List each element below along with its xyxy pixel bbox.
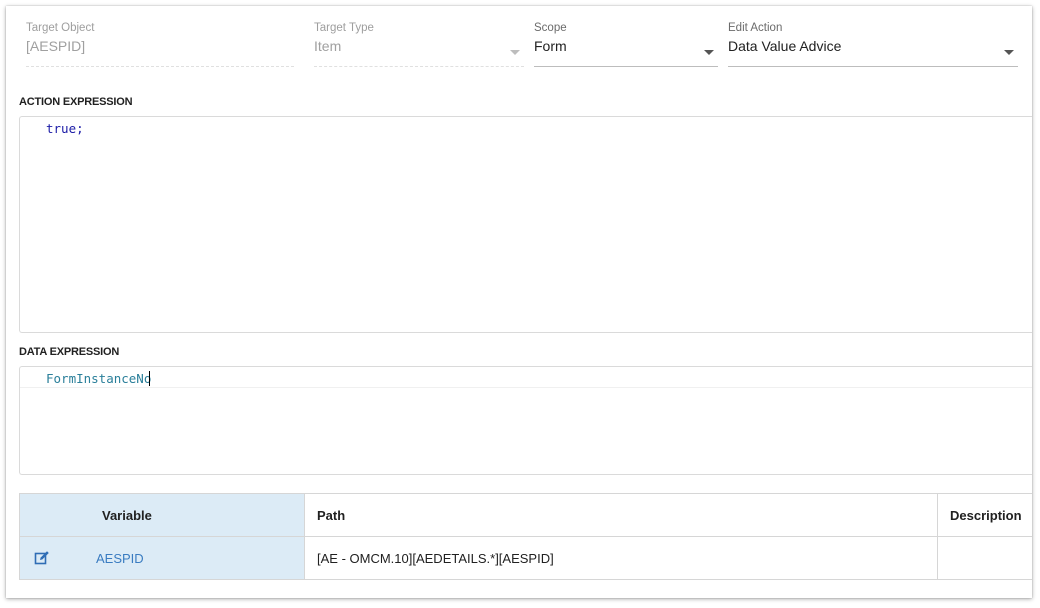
text-cursor <box>149 371 151 386</box>
edit-action-select[interactable]: Edit Action Data Value Advice <box>728 20 1018 67</box>
action-editor-card: Target Object [AESPID] Target Type Item … <box>6 6 1032 598</box>
column-header-variable[interactable]: Variable <box>19 493 305 537</box>
action-expression-code: true; <box>46 121 84 136</box>
variable-link[interactable]: AESPID <box>96 551 144 566</box>
column-header-path[interactable]: Path <box>304 493 938 537</box>
chevron-down-icon[interactable] <box>704 50 714 55</box>
data-expression-code-line: FormInstanceNo <box>46 371 151 386</box>
scope-value: Form <box>534 38 567 54</box>
table-row[interactable]: AESPID [AE - OMCM.10][AEDETAILS.*][AESPI… <box>19 536 1032 580</box>
target-type-select: Target Type Item <box>314 20 524 67</box>
data-expression-label: DATA EXPRESSION <box>19 346 120 358</box>
path-cell: [AE - OMCM.10][AEDETAILS.*][AESPID] <box>304 536 938 580</box>
edit-action-value: Data Value Advice <box>728 38 842 54</box>
edit-icon[interactable] <box>34 550 50 566</box>
variables-table: Variable Path Description AESPID [AE - O… <box>19 493 1032 580</box>
action-expression-editor[interactable]: true; <box>19 116 1032 333</box>
column-header-description[interactable]: Description <box>937 493 1032 537</box>
scope-label: Scope <box>534 22 567 34</box>
edit-action-label: Edit Action <box>728 22 783 34</box>
target-object-value: [AESPID] <box>26 38 86 54</box>
chevron-down-icon[interactable] <box>1004 50 1014 55</box>
action-expression-label: ACTION EXPRESSION <box>19 96 133 108</box>
data-expression-editor[interactable]: FormInstanceNo <box>19 366 1032 475</box>
table-header-row: Variable Path Description <box>19 493 1032 537</box>
target-object-label: Target Object <box>26 22 95 34</box>
target-object-field: Target Object [AESPID] <box>26 20 294 67</box>
chevron-down-icon <box>510 50 520 55</box>
variable-cell: AESPID <box>19 536 305 580</box>
scope-select[interactable]: Scope Form <box>534 20 718 67</box>
target-type-label: Target Type <box>314 22 374 34</box>
active-line-highlight <box>20 369 1032 388</box>
data-expression-code: FormInstanceNo <box>46 371 152 386</box>
description-cell <box>937 536 1032 580</box>
target-type-value: Item <box>314 38 342 54</box>
